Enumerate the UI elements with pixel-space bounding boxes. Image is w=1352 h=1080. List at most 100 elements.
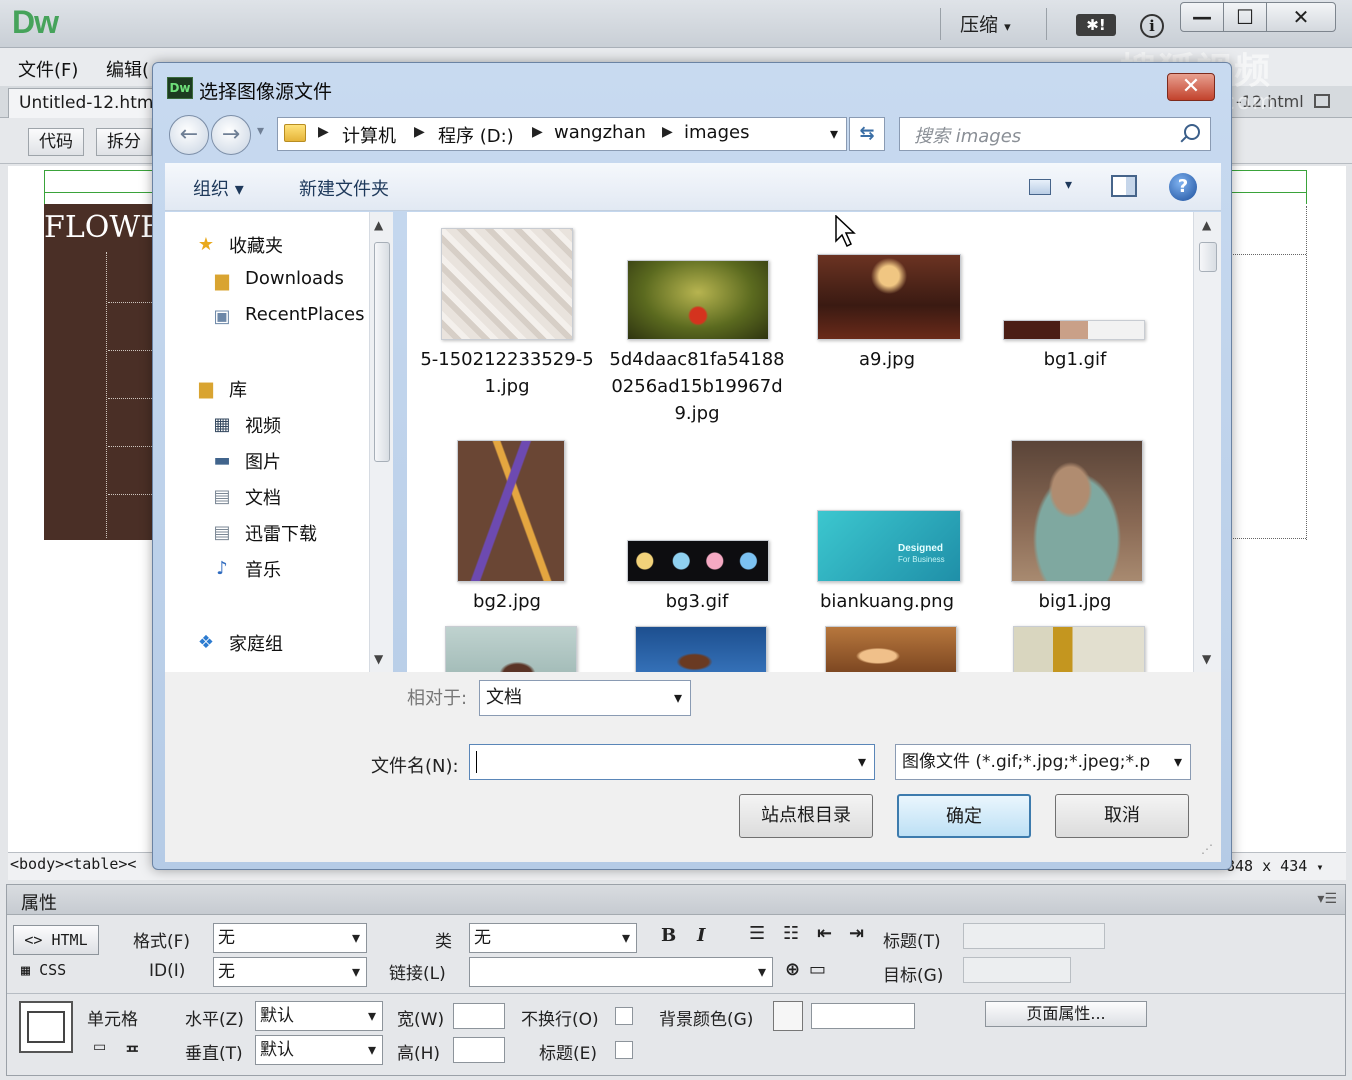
- id-label: ID(I): [149, 961, 186, 981]
- dialog-close-button[interactable]: ✕: [1167, 73, 1215, 101]
- page-properties-button[interactable]: 页面属性...: [985, 1001, 1147, 1027]
- restore-document-icon[interactable]: [1314, 94, 1330, 108]
- italic-button[interactable]: I: [697, 925, 705, 946]
- chevron-down-icon[interactable]: ▾: [830, 124, 838, 143]
- unordered-list-icon[interactable]: ☰: [749, 923, 765, 944]
- tag-selector[interactable]: <body><table><: [10, 855, 136, 873]
- ok-button[interactable]: 确定: [897, 794, 1031, 838]
- pictures-icon: ▬: [213, 450, 231, 471]
- navigation-scrollbar[interactable]: ▲ ▼: [369, 212, 393, 672]
- format-select[interactable]: 无: [213, 923, 367, 953]
- breadcrumb-drive[interactable]: 程序 (D:): [438, 122, 514, 148]
- maximize-button[interactable]: ☐: [1223, 2, 1267, 32]
- nowrap-checkbox[interactable]: [615, 1007, 633, 1025]
- info-icon[interactable]: i: [1140, 14, 1164, 38]
- html-mode-button[interactable]: <> HTML: [13, 925, 99, 955]
- file-list[interactable]: 5-150212233529-51.jpg 5d4daac81fa5418802…: [407, 212, 1193, 672]
- menu-edit[interactable]: 编辑(: [106, 56, 149, 82]
- filename-input[interactable]: [469, 744, 875, 780]
- cancel-button[interactable]: 取消: [1055, 794, 1189, 838]
- breadcrumb-wangzhan[interactable]: wangzhan: [554, 122, 646, 143]
- bgcolor-swatch[interactable]: [773, 1001, 803, 1031]
- cell-label: 单元格: [87, 1010, 138, 1030]
- id-select[interactable]: 无: [213, 957, 367, 987]
- css-grid-icon: ▦: [21, 961, 31, 979]
- organize-button[interactable]: 组织 ▾: [193, 175, 244, 201]
- search-input[interactable]: 搜索 images: [914, 122, 1021, 148]
- bold-button[interactable]: B: [661, 925, 676, 946]
- split-cells-icon[interactable]: ᄑ: [125, 1039, 140, 1063]
- scroll-down-icon[interactable]: ▼: [1202, 652, 1211, 666]
- class-select[interactable]: 无: [469, 923, 637, 953]
- title-label: 标题(T): [883, 932, 941, 952]
- close-window-button[interactable]: ✕: [1266, 2, 1336, 32]
- merge-cells-icon[interactable]: ▭: [93, 1039, 106, 1055]
- css-mode-button[interactable]: ▦ CSS: [21, 961, 66, 979]
- document-tab[interactable]: Untitled-12.html: [8, 88, 170, 118]
- help-icon[interactable]: ?: [1169, 173, 1197, 201]
- file-type-select[interactable]: 图像文件 (*.gif;*.jpg;*.jpeg;*.p: [895, 744, 1191, 780]
- file-item[interactable]: big1.jpg: [985, 440, 1165, 630]
- address-bar[interactable]: ▶ 计算机 ▶ 程序 (D:) ▶ wangzhan ▶ images ▾: [277, 117, 847, 151]
- breadcrumb-arrow-icon[interactable]: ▶: [414, 124, 425, 140]
- width-input[interactable]: [453, 1003, 505, 1029]
- thumbnail-caption: For Business: [898, 555, 945, 564]
- nav-downloads-label: Downloads: [245, 268, 344, 289]
- breadcrumb-computer[interactable]: 计算机: [342, 122, 396, 148]
- workspace-compress-menu[interactable]: 压缩 ▾: [960, 10, 1011, 37]
- file-item[interactable]: 5-150212233529-51.jpg: [417, 226, 597, 416]
- breadcrumb-arrow-icon[interactable]: ▶: [532, 124, 543, 140]
- file-item[interactable]: bg3.gif: [607, 440, 787, 630]
- file-item[interactable]: 5d4daac81fa541880256ad15b19967d9.jpg: [607, 226, 787, 446]
- file-thumbnail: [1013, 626, 1145, 672]
- relative-to-select[interactable]: 文档: [479, 680, 691, 716]
- file-name: 5d4daac81fa541880256ad15b19967d9.jpg: [609, 349, 785, 424]
- outdent-icon[interactable]: ⇤: [817, 923, 832, 944]
- file-list-scrollbar[interactable]: ▲ ▼: [1193, 212, 1221, 672]
- vertical-select[interactable]: 默认: [255, 1035, 383, 1065]
- browse-folder-icon[interactable]: ▭: [809, 959, 826, 980]
- search-icon[interactable]: [1184, 124, 1200, 140]
- refresh-icon[interactable]: ⇆: [849, 117, 885, 151]
- scroll-up-icon[interactable]: ▲: [1202, 218, 1211, 232]
- nowrap-label: 不换行(O): [521, 1010, 599, 1030]
- feedback-icon[interactable]: ✱!: [1076, 14, 1116, 36]
- height-input[interactable]: [453, 1037, 505, 1063]
- file-item[interactable]: bg1.gif: [985, 226, 1165, 416]
- breadcrumb-arrow-icon[interactable]: ▶: [318, 124, 329, 140]
- forward-arrow-icon[interactable]: →: [211, 115, 251, 155]
- ordered-list-icon[interactable]: ☷: [783, 923, 799, 944]
- code-view-button[interactable]: 代码: [28, 128, 84, 156]
- history-dropdown-icon[interactable]: ▾: [257, 123, 264, 139]
- indent-icon[interactable]: ⇥: [849, 923, 864, 944]
- breadcrumb-arrow-icon[interactable]: ▶: [662, 124, 673, 140]
- downloads-folder-icon: ▆: [215, 270, 229, 291]
- site-root-button[interactable]: 站点根目录: [739, 794, 873, 838]
- file-item[interactable]: bg2.jpg: [417, 440, 597, 630]
- scroll-up-icon[interactable]: ▲: [374, 218, 383, 232]
- file-item[interactable]: Designed For Business biankuang.png: [797, 440, 977, 630]
- breadcrumb-images[interactable]: images: [684, 122, 749, 143]
- file-list-scroll-thumb[interactable]: [1199, 242, 1217, 272]
- search-box[interactable]: 搜索 images: [899, 117, 1211, 151]
- split-view-button[interactable]: 拆分: [96, 128, 152, 156]
- minimize-button[interactable]: —: [1180, 2, 1224, 32]
- table-cell-guide: [106, 252, 107, 538]
- scroll-down-icon[interactable]: ▼: [374, 652, 383, 666]
- window-size-readout[interactable]: 848 x 434 ▾: [1226, 857, 1324, 875]
- file-item[interactable]: a9.jpg: [797, 226, 977, 416]
- change-view-icon[interactable]: [1029, 179, 1051, 195]
- header-checkbox[interactable]: [615, 1041, 633, 1059]
- preview-pane-icon[interactable]: [1111, 175, 1137, 197]
- navigation-scroll-thumb[interactable]: [374, 242, 390, 462]
- resize-grip-icon[interactable]: ⋰: [1201, 842, 1213, 856]
- horizontal-select[interactable]: 默认: [255, 1001, 383, 1031]
- back-arrow-icon[interactable]: ←: [169, 115, 209, 155]
- chevron-down-icon[interactable]: ▾: [1065, 177, 1072, 193]
- new-folder-button[interactable]: 新建文件夹: [299, 175, 389, 201]
- point-to-file-icon[interactable]: ⊕: [785, 959, 800, 980]
- menu-file[interactable]: 文件(F): [18, 56, 78, 82]
- link-input[interactable]: [469, 957, 773, 987]
- bgcolor-input[interactable]: [811, 1003, 915, 1029]
- panel-menu-icon[interactable]: ▾☰: [1317, 891, 1337, 907]
